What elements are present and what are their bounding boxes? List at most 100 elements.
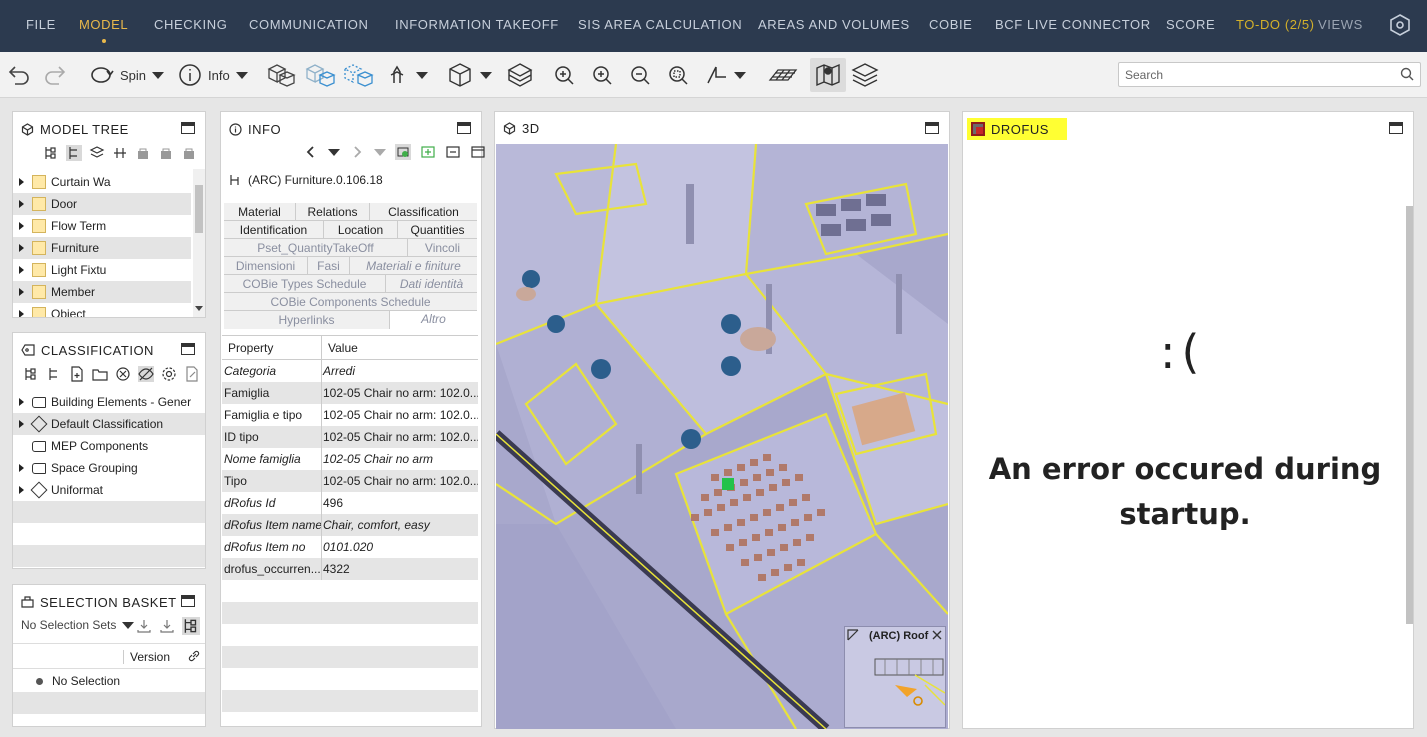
redo-icon[interactable] [42,60,68,90]
spin-button[interactable]: Spin [88,60,165,90]
menu-score[interactable]: SCORE [1166,17,1215,32]
zoom-out-icon[interactable] [628,60,652,90]
property-row[interactable]: Categoria Arredi [222,360,478,382]
menu-information-takeoff[interactable]: INFORMATION TAKEOFF [395,17,559,32]
zoom-fit-icon[interactable] [552,60,576,90]
properties-filter-icon[interactable] [395,144,411,160]
property-row[interactable]: Tipo 102-05 Chair no arm: 102.0... [222,470,478,492]
tab-location[interactable]: Location [324,221,398,239]
link-icon[interactable] [187,649,201,663]
menu-file[interactable]: FILE [26,17,56,32]
tab-vincoli[interactable]: Vincoli [408,239,477,257]
tree-expand-icon[interactable] [43,145,59,161]
property-row[interactable]: Famiglia e tipo 102-05 Chair no arm: 102.… [222,404,478,426]
zoom-in-icon[interactable] [590,60,614,90]
menu-sis-area-calculation[interactable]: SIS AREA CALCULATION [578,17,742,32]
undo-icon[interactable] [6,60,32,90]
menu-model[interactable]: MODEL [79,17,128,43]
hide-icon[interactable] [304,60,336,90]
tab-dimensioni[interactable]: Dimensioni [224,257,308,275]
tree-item[interactable]: Object [13,303,191,317]
maximize-icon[interactable] [1389,122,1403,134]
property-column-header[interactable]: Property [222,341,321,355]
tree-expand-icon[interactable] [23,366,39,382]
tab-material[interactable]: Material [224,203,296,221]
forward-icon[interactable] [349,144,365,160]
section-box-icon[interactable] [506,60,534,90]
lock-icon[interactable] [181,145,197,161]
tab-relations[interactable]: Relations [296,203,370,221]
tree-item[interactable]: Space Grouping [13,457,205,479]
property-row[interactable]: Famiglia 102-05 Chair no arm: 102.0... [222,382,478,404]
lock-icon[interactable] [158,145,174,161]
search-icon[interactable] [1400,67,1414,84]
version-column-header[interactable]: Version [123,650,170,664]
maximize-icon[interactable] [181,122,195,134]
add-property-icon[interactable] [420,144,436,160]
scroll-down-icon[interactable] [195,306,203,311]
tree-item[interactable]: Furniture [13,237,191,259]
download-icon[interactable] [136,618,152,634]
tree-layers-icon[interactable] [89,145,105,161]
tree-item[interactable]: Default Classification [13,413,205,435]
property-row[interactable]: dRofus Id 496 [222,492,478,514]
tab-cobie-types-schedule[interactable]: COBie Types Schedule [224,275,386,293]
hide-icon[interactable] [138,366,154,382]
open-folder-icon[interactable] [92,366,108,382]
menu-checking[interactable]: CHECKING [154,17,227,32]
chevron-down-icon[interactable] [374,148,386,156]
remove-icon[interactable] [115,366,131,382]
lock-icon[interactable] [135,145,151,161]
tree-item[interactable]: Door [13,193,191,215]
tree-item[interactable]: Flow Term [13,215,191,237]
delete-property-icon[interactable] [470,144,486,160]
tree-item[interactable]: Curtain Wa [13,171,191,193]
close-icon[interactable] [931,629,943,641]
menu-todo[interactable]: TO-DO (2/5) [1236,17,1315,32]
basket-row[interactable]: No Selection [13,670,205,692]
tree-structure-icon[interactable] [66,145,82,161]
maximize-icon[interactable] [457,122,471,134]
menu-communication[interactable]: COMMUNICATION [249,17,369,32]
tree-item[interactable]: Light Fixtu [13,259,191,281]
layers-icon[interactable] [850,60,880,90]
zoom-selection-icon[interactable] [666,60,690,90]
tab-fasi[interactable]: Fasi [308,257,350,275]
tab-cobie-components-schedule[interactable]: COBie Components Schedule [224,293,477,311]
menu-bcf-live-connector[interactable]: BCF LIVE CONNECTOR [995,17,1151,32]
maximize-icon[interactable] [181,595,195,607]
tree-structure-icon[interactable] [46,366,62,382]
new-document-icon[interactable] [69,366,85,382]
tab-classification[interactable]: Classification [370,203,477,221]
tab-altro[interactable]: Altro [390,311,477,326]
property-row[interactable]: Nome famiglia 102-05 Chair no arm [222,448,478,470]
menu-cobie[interactable]: COBIE [929,17,972,32]
measure-icon[interactable] [704,60,746,90]
resize-corner-icon[interactable] [847,629,859,641]
cube-settings-icon[interactable] [1388,13,1412,40]
tree-item[interactable]: MEP Components [13,435,205,457]
menu-views[interactable]: VIEWS [1318,17,1363,32]
chevron-down-icon[interactable] [328,148,340,156]
value-column-header[interactable]: Value [321,335,358,360]
tab-materiali-e-finiture[interactable]: Materiali e finiture [350,257,477,275]
property-row[interactable]: drofus_occurren... 4322 [222,558,478,580]
maximize-icon[interactable] [181,343,195,355]
tab-quantities[interactable]: Quantities [398,221,477,239]
search-input[interactable] [1118,62,1421,87]
model-tree-scrollbar[interactable] [193,169,205,317]
property-row[interactable]: dRofus Item no 0101.020 [222,536,478,558]
download-icon[interactable] [159,618,175,634]
drofus-scrollbar[interactable] [1406,206,1413,624]
property-row[interactable]: ID tipo 102-05 Chair no arm: 102.0... [222,426,478,448]
tab-hyperlinks[interactable]: Hyperlinks [224,311,390,329]
selection-sets-dropdown[interactable]: No Selection Sets [21,618,135,632]
view-cube-icon[interactable] [446,60,492,90]
menu-areas-and-volumes[interactable]: AREAS AND VOLUMES [758,17,910,32]
remove-property-icon[interactable] [445,144,461,160]
tree-item[interactable]: Building Elements - Gener [13,391,205,413]
tree-network-icon[interactable] [112,145,128,161]
isolate-icon[interactable] [342,60,374,90]
tab-identification[interactable]: Identification [224,221,324,239]
info-button[interactable]: Info [178,60,248,90]
